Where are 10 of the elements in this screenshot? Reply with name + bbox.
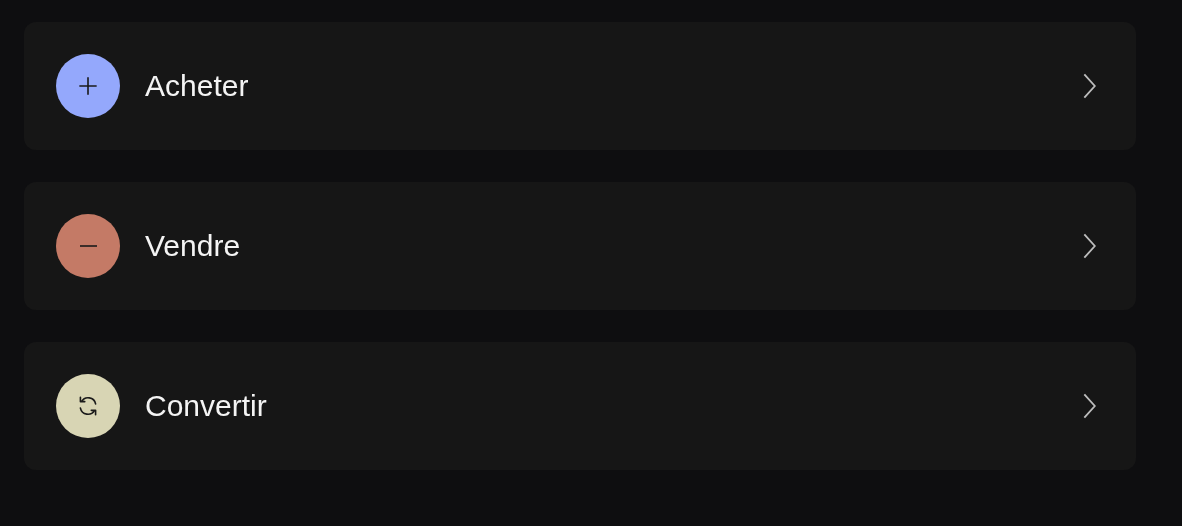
minus-icon [79, 245, 97, 247]
action-row[interactable]: Acheter [24, 22, 1136, 150]
action-label: Vendre [145, 229, 242, 263]
chevron-right-icon [1082, 72, 1096, 100]
action-row[interactable]: Convertir [24, 342, 1136, 470]
action-row[interactable]: Vendre [24, 182, 1136, 310]
action-label: Acheter [145, 69, 250, 103]
action-label: Convertir [145, 389, 268, 423]
chevron-right-icon [1082, 392, 1096, 420]
chevron-right-icon [1082, 232, 1096, 260]
